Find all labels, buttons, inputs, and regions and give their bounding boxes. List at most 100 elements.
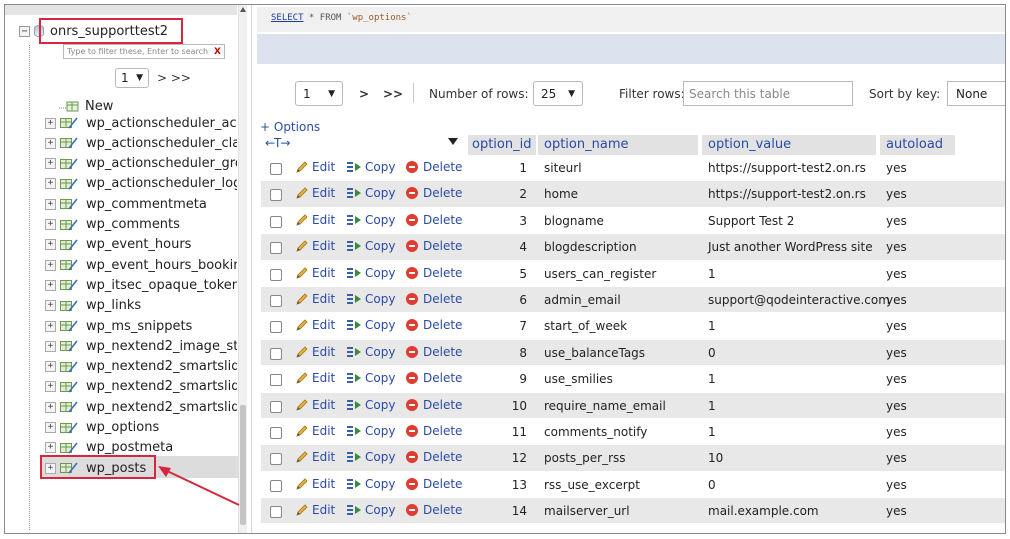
page-select[interactable]: 1 ▼ xyxy=(295,81,343,106)
sidebar-table-item[interactable]: + wp_nextend2_smartslider3_sliders xyxy=(5,377,237,397)
edit-row-button[interactable]: Edit xyxy=(295,160,335,174)
sidebar-table-item[interactable]: + wp_ms_snippets xyxy=(5,316,237,336)
sidebar-table-item[interactable]: + wp_itsec_opaque_tokens xyxy=(5,275,237,295)
edit-row-button[interactable]: Edit xyxy=(295,239,335,253)
row-checkbox[interactable] xyxy=(270,347,282,360)
option-id-cell[interactable]: 10 xyxy=(497,399,527,413)
collapse-icon[interactable]: − xyxy=(19,25,30,37)
option-id-cell[interactable]: 13 xyxy=(497,478,527,492)
option-id-cell[interactable]: 8 xyxy=(497,346,527,360)
delete-row-button[interactable]: Delete xyxy=(406,345,462,359)
nav-page-select[interactable]: 1 ▼ xyxy=(115,68,149,88)
delete-row-button[interactable]: Delete xyxy=(406,424,462,438)
filter-rows-input[interactable]: Search this table xyxy=(683,81,853,106)
expand-icon[interactable]: + xyxy=(45,279,56,291)
expand-icon[interactable]: + xyxy=(45,320,56,332)
sidebar-table-item[interactable]: + wp_event_hours_booking xyxy=(5,255,237,275)
autoload-cell[interactable]: yes xyxy=(886,346,907,360)
sidebar-table-item[interactable]: + wp_actionscheduler_claims xyxy=(5,133,237,153)
sidebar-table-item[interactable]: + wp_actionscheduler_logs xyxy=(5,174,237,194)
option-name-cell[interactable]: use_balanceTags xyxy=(544,346,645,360)
delete-row-button[interactable]: Delete xyxy=(406,450,462,464)
expand-icon[interactable]: + xyxy=(45,178,56,190)
expand-icon[interactable]: + xyxy=(45,239,56,251)
delete-row-button[interactable]: Delete xyxy=(406,318,462,332)
column-header-option-id[interactable]: option_id xyxy=(472,137,531,152)
option-name-cell[interactable]: rss_use_excerpt xyxy=(544,478,640,492)
delete-row-button[interactable]: Delete xyxy=(406,398,462,412)
row-checkbox[interactable] xyxy=(270,189,282,202)
delete-row-button[interactable]: Delete xyxy=(406,477,462,491)
autoload-cell[interactable]: yes xyxy=(886,319,907,333)
option-id-cell[interactable]: 3 xyxy=(497,214,527,228)
expand-icon[interactable]: + xyxy=(45,137,56,149)
edit-row-button[interactable]: Edit xyxy=(295,318,335,332)
copy-row-button[interactable]: Copy xyxy=(347,503,395,517)
row-checkbox[interactable] xyxy=(270,242,282,255)
copy-row-button[interactable]: Copy xyxy=(347,160,395,174)
expand-icon[interactable]: + xyxy=(45,381,56,393)
nav-scrollbar[interactable] xyxy=(238,5,247,533)
copy-row-button[interactable]: Copy xyxy=(347,186,395,200)
delete-row-button[interactable]: Delete xyxy=(406,503,462,517)
expand-icon[interactable]: + xyxy=(45,117,56,129)
row-checkbox[interactable] xyxy=(270,163,282,175)
option-name-cell[interactable]: home xyxy=(544,187,578,201)
option-name-cell[interactable]: siteurl xyxy=(544,161,582,175)
autoload-cell[interactable]: yes xyxy=(886,504,907,518)
last-page-button[interactable]: >> xyxy=(383,87,403,101)
sidebar-table-item[interactable]: + wp_actionscheduler_groups xyxy=(5,154,237,174)
option-id-cell[interactable]: 9 xyxy=(497,372,527,386)
edit-row-button[interactable]: Edit xyxy=(295,186,335,200)
copy-row-button[interactable]: Copy xyxy=(347,213,395,227)
copy-row-button[interactable]: Copy xyxy=(347,292,395,306)
option-value-cell[interactable]: support@qodeinteractive.com xyxy=(708,293,890,307)
copy-row-button[interactable]: Copy xyxy=(347,371,395,385)
autoload-cell[interactable]: yes xyxy=(886,214,907,228)
delete-row-button[interactable]: Delete xyxy=(406,266,462,280)
edit-row-button[interactable]: Edit xyxy=(295,371,335,385)
option-id-cell[interactable]: 5 xyxy=(497,267,527,281)
column-header-option-name[interactable]: option_name xyxy=(544,137,628,152)
option-id-cell[interactable]: 12 xyxy=(497,451,527,465)
edit-row-button[interactable]: Edit xyxy=(295,398,335,412)
copy-row-button[interactable]: Copy xyxy=(347,398,395,412)
sort-triangle-icon[interactable] xyxy=(448,138,458,145)
row-checkbox[interactable] xyxy=(270,215,282,228)
copy-row-button[interactable]: Copy xyxy=(347,239,395,253)
option-value-cell[interactable]: 0 xyxy=(708,478,716,492)
option-name-cell[interactable]: blogname xyxy=(544,214,604,228)
row-checkbox[interactable] xyxy=(270,506,282,519)
option-name-cell[interactable]: comments_notify xyxy=(544,425,647,439)
expand-icon[interactable]: + xyxy=(45,442,56,454)
copy-row-button[interactable]: Copy xyxy=(347,477,395,491)
sidebar-table-item[interactable]: + wp_nextend2_image_storage xyxy=(5,336,237,356)
option-id-cell[interactable]: 6 xyxy=(497,293,527,307)
edit-row-button[interactable]: Edit xyxy=(295,503,335,517)
sidebar-table-item[interactable]: + wp_event_hours xyxy=(5,235,237,255)
expand-icon[interactable]: + xyxy=(45,259,56,271)
clear-filter-icon[interactable]: X xyxy=(214,47,221,57)
option-id-cell[interactable]: 11 xyxy=(497,425,527,439)
expand-icon[interactable]: + xyxy=(45,340,56,352)
next-page-button[interactable]: > xyxy=(359,87,369,101)
delete-row-button[interactable]: Delete xyxy=(406,186,462,200)
sql-keyword[interactable]: SELECT xyxy=(271,13,304,23)
edit-row-button[interactable]: Edit xyxy=(295,450,335,464)
option-value-cell[interactable]: 1 xyxy=(708,399,716,413)
table-filter-input[interactable]: Type to filter these, Enter to search X xyxy=(63,44,225,59)
option-value-cell[interactable]: https://support-test2.on.rs xyxy=(708,187,866,201)
delete-row-button[interactable]: Delete xyxy=(406,239,462,253)
rows-per-page-select[interactable]: 25 ▼ xyxy=(533,81,583,106)
option-name-cell[interactable]: posts_per_rss xyxy=(544,451,626,465)
expand-icon[interactable]: + xyxy=(45,401,56,413)
autoload-cell[interactable]: yes xyxy=(886,372,907,386)
option-id-cell[interactable]: 7 xyxy=(497,319,527,333)
autoload-cell[interactable]: yes xyxy=(886,293,907,307)
sort-by-key-select[interactable]: None xyxy=(947,81,1005,106)
expand-icon[interactable]: + xyxy=(45,219,56,230)
option-id-cell[interactable]: 2 xyxy=(497,187,527,201)
sidebar-table-item[interactable]: + wp_comments xyxy=(5,215,237,235)
row-checkbox[interactable] xyxy=(270,400,282,413)
autoload-cell[interactable]: yes xyxy=(886,161,907,175)
